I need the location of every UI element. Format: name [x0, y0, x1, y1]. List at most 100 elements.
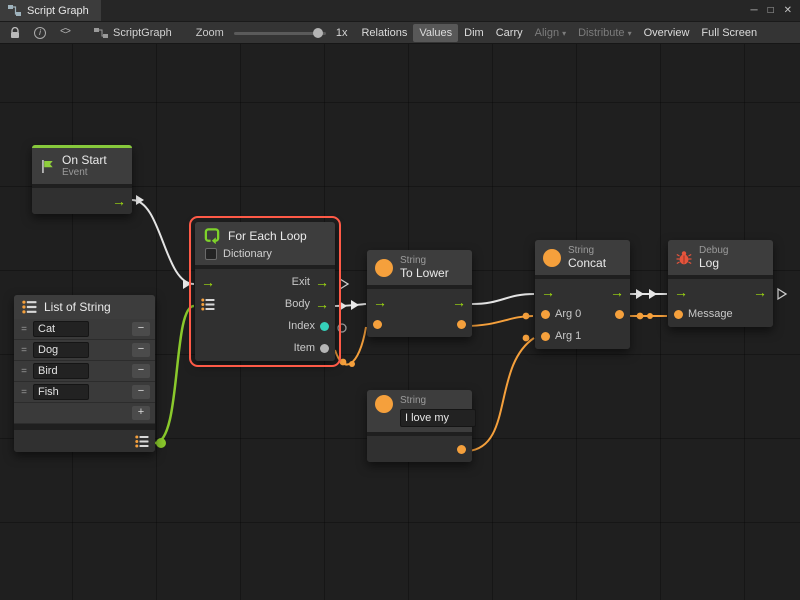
script-graph-icon: [94, 28, 108, 38]
node-category: Debug: [699, 245, 728, 256]
message-port-label: Message: [688, 308, 733, 320]
node-header: String I love my: [367, 390, 472, 432]
toolbar-button-values[interactable]: Values: [413, 24, 458, 42]
zoom-slider-knob[interactable]: [313, 28, 323, 38]
flow-input-port[interactable]: →: [541, 285, 555, 299]
list-item-field[interactable]: Fish: [33, 384, 89, 400]
node-category: String: [568, 245, 606, 256]
drag-handle-icon[interactable]: =: [19, 324, 29, 335]
toolbar-button-fullscreen[interactable]: Full Screen: [695, 24, 763, 42]
node-subtitle: Event: [62, 167, 107, 179]
arg1-input-port[interactable]: [541, 332, 550, 341]
node-list-of-string[interactable]: List of String = Cat − = Dog − = Bird − …: [14, 295, 155, 452]
zoom-value: 1x: [336, 27, 348, 39]
node-string-literal[interactable]: String I love my: [367, 390, 472, 462]
string-type-icon: [375, 395, 393, 413]
body-port-label: Body: [285, 298, 310, 310]
toolbar-button-carry[interactable]: Carry: [490, 24, 529, 42]
lock-icon[interactable]: [6, 27, 24, 39]
arg0-port-label: Arg 0: [555, 308, 581, 320]
tab-script-graph[interactable]: Script Graph: [0, 0, 101, 21]
remove-item-button[interactable]: −: [132, 322, 150, 336]
arg0-input-port[interactable]: [541, 310, 550, 319]
node-header: String Concat: [535, 240, 630, 275]
node-string-to-lower[interactable]: String To Lower → →: [367, 250, 472, 337]
string-value-field[interactable]: I love my: [400, 409, 476, 427]
node-title: Log: [699, 256, 728, 270]
node-header: Debug Log: [668, 240, 773, 275]
unity-graph-window: Script Graph ─ □ ✕ i <> ScriptGraph: [0, 0, 800, 600]
flow-output-port[interactable]: →: [610, 285, 624, 299]
item-output-port[interactable]: [320, 344, 329, 353]
node-title: On Start: [62, 153, 107, 167]
list-row: = Fish −: [14, 382, 155, 403]
drag-handle-icon[interactable]: =: [19, 366, 29, 377]
node-header: List of String: [14, 295, 155, 319]
remove-item-button[interactable]: −: [132, 343, 150, 357]
exit-port-label: Exit: [292, 276, 310, 288]
list-add-row: +: [14, 403, 155, 424]
flow-output-port[interactable]: →: [753, 285, 767, 299]
item-port-label: Item: [294, 342, 315, 354]
node-category: String: [400, 395, 476, 406]
node-for-each-loop[interactable]: For Each Loop Dictionary → Exit →: [195, 222, 335, 361]
list-item-field[interactable]: Cat: [33, 321, 89, 337]
toolbar-button-overview[interactable]: Overview: [638, 24, 696, 42]
node-header: For Each Loop Dictionary: [195, 222, 335, 265]
list-output-port[interactable]: [135, 435, 149, 448]
index-output-port[interactable]: [320, 322, 329, 331]
close-button[interactable]: ✕: [784, 5, 792, 16]
list-row: = Bird −: [14, 361, 155, 382]
toolbar-button-align[interactable]: Align▾: [529, 24, 572, 42]
string-input-port[interactable]: [373, 320, 382, 329]
toolbar-button-distribute[interactable]: Distribute▾: [572, 24, 637, 42]
code-view-icon[interactable]: <>: [56, 27, 74, 38]
exit-output-port[interactable]: →: [315, 275, 329, 289]
flow-input-port[interactable]: →: [201, 275, 215, 289]
node-debug-log[interactable]: Debug Log → → Message: [668, 240, 773, 327]
window-title: Script Graph: [27, 5, 89, 17]
list-row: = Dog −: [14, 340, 155, 361]
node-on-start[interactable]: On Start Event →: [32, 145, 132, 214]
arg1-port-label: Arg 1: [555, 330, 581, 342]
node-header: On Start Event: [32, 148, 132, 184]
value-output-port[interactable]: [457, 445, 466, 454]
chevron-down-icon: ▾: [628, 29, 632, 38]
flow-output-port[interactable]: →: [452, 295, 466, 309]
graph-breadcrumb[interactable]: ScriptGraph: [94, 27, 172, 39]
node-category: String: [400, 255, 449, 266]
drag-handle-icon[interactable]: =: [19, 345, 29, 356]
flow-output-port[interactable]: →: [112, 194, 126, 208]
message-input-port[interactable]: [674, 310, 683, 319]
toolbar-button-dim[interactable]: Dim: [458, 24, 490, 42]
remove-item-button[interactable]: −: [132, 364, 150, 378]
zoom-slider[interactable]: [234, 27, 326, 39]
flow-input-port[interactable]: →: [674, 285, 688, 299]
result-output-port[interactable]: [457, 320, 466, 329]
zoom-label: Zoom: [196, 27, 224, 39]
result-output-port[interactable]: [615, 310, 624, 319]
remove-item-button[interactable]: −: [132, 385, 150, 399]
node-title: For Each Loop: [228, 229, 307, 243]
titlebar: Script Graph ─ □ ✕: [0, 0, 800, 22]
body-output-port[interactable]: →: [315, 297, 329, 311]
list-item-field[interactable]: Bird: [33, 363, 89, 379]
flag-icon: [40, 159, 55, 174]
dictionary-checkbox[interactable]: [205, 248, 217, 260]
flow-input-port[interactable]: →: [373, 295, 387, 309]
node-string-concat[interactable]: String Concat → → Arg 0: [535, 240, 630, 349]
graph-canvas[interactable]: On Start Event → List of String = Cat: [0, 44, 800, 600]
window-controls: ─ □ ✕: [742, 0, 800, 21]
toolbar-button-relations[interactable]: Relations: [355, 24, 413, 42]
maximize-button[interactable]: □: [768, 5, 774, 16]
info-icon[interactable]: i: [30, 27, 50, 39]
drag-handle-icon[interactable]: =: [19, 387, 29, 398]
graph-icon: [8, 5, 21, 16]
chevron-down-icon: ▾: [562, 29, 566, 38]
list-row: = Cat −: [14, 319, 155, 340]
list-item-field[interactable]: Dog: [33, 342, 89, 358]
add-item-button[interactable]: +: [132, 406, 150, 420]
list-input-port[interactable]: [201, 298, 215, 311]
minimize-button[interactable]: ─: [750, 5, 757, 16]
titlebar-spacer: [101, 0, 743, 21]
